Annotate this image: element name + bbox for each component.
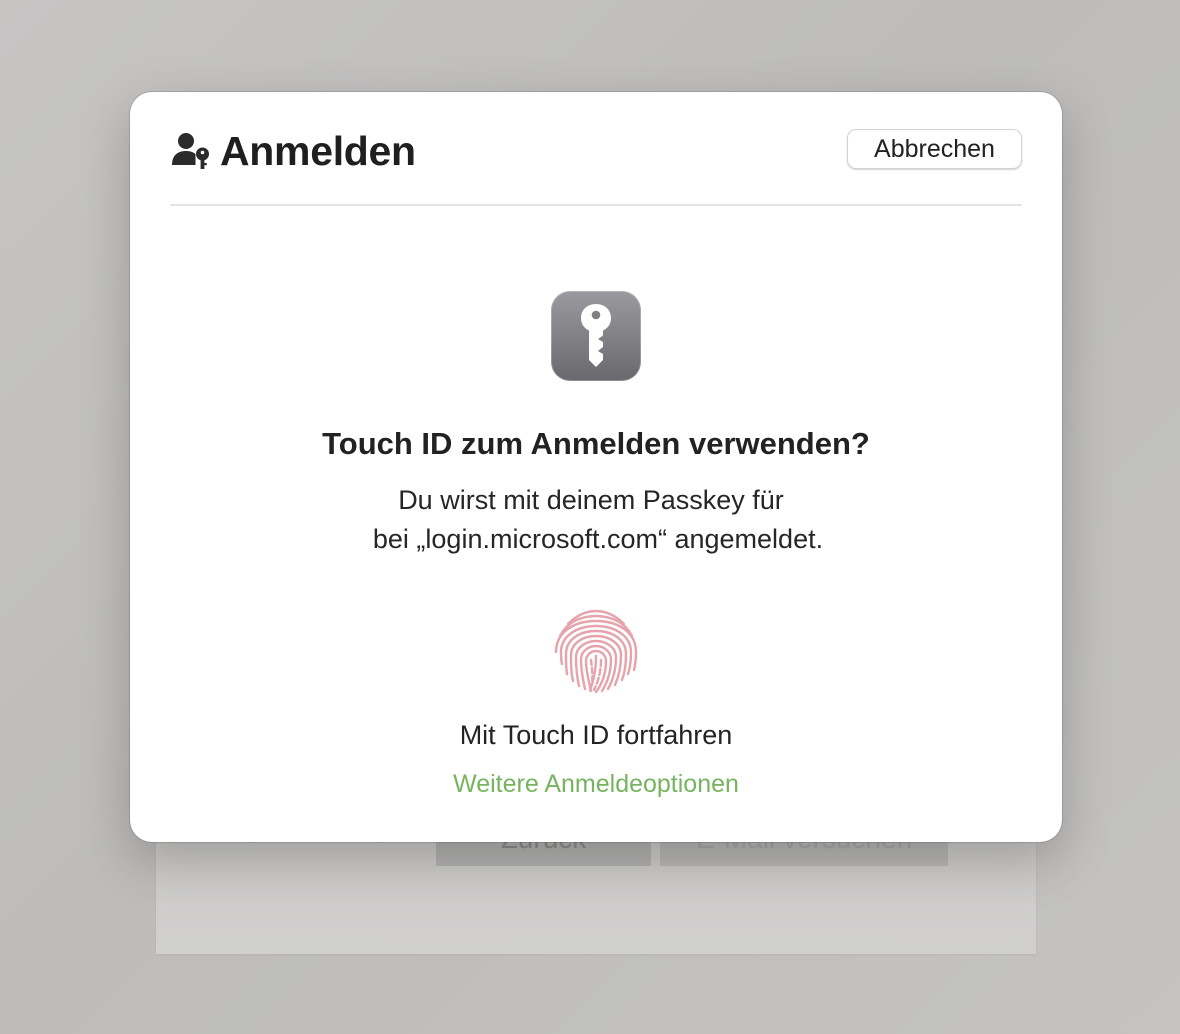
prompt-heading: Touch ID zum Anmelden verwenden? <box>322 426 870 461</box>
prompt-message: Du wirst mit deinem Passkey für bei „log… <box>130 481 1062 559</box>
sign-in-sheet: Anmelden Abbrechen Touch ID zum Anmelden… <box>130 92 1062 842</box>
more-sign-in-options-link[interactable]: Weitere Anmeldeoptionen <box>420 767 772 801</box>
fingerprint-icon <box>554 609 638 694</box>
header-divider <box>170 204 1022 206</box>
touch-id-label: Mit Touch ID fortfahren <box>459 720 733 750</box>
person-key-icon <box>172 133 209 169</box>
passwords-key-icon <box>551 291 641 381</box>
cancel-button[interactable]: Abbrechen <box>847 129 1022 169</box>
message-line-1: Du wirst mit deinem Passkey für <box>398 485 784 515</box>
sheet-title: Anmelden <box>220 128 416 174</box>
message-line-2: bei „login.microsoft.com“ angemeldet. <box>372 524 824 554</box>
